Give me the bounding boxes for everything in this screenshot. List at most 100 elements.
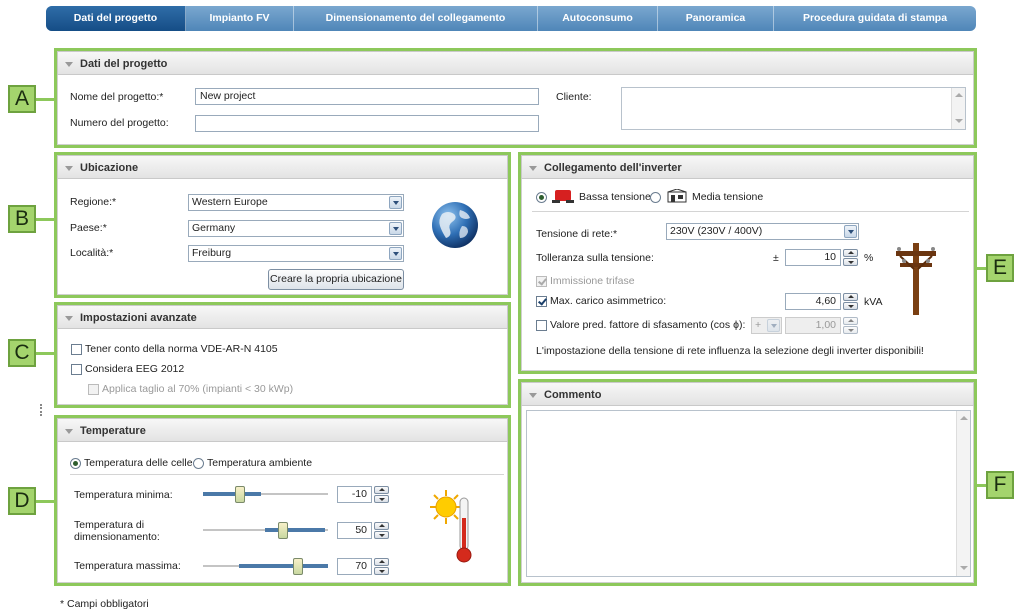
temperature-panel: Temperature Temperatura delle celle Temp… (54, 415, 511, 586)
max-temp-stepper[interactable] (374, 558, 389, 575)
country-select[interactable]: Germany (188, 220, 404, 237)
slider-thumb[interactable] (293, 558, 303, 575)
cell-temp-label: Temperatura delle celle (84, 457, 193, 469)
create-location-button[interactable]: Creare la propria ubicazione (268, 269, 404, 290)
collapse-icon (529, 393, 537, 398)
panel-header[interactable]: Collegamento dell'inverter (521, 155, 974, 179)
ambient-temp-radio[interactable] (193, 458, 204, 469)
place-select[interactable]: Freiburg (188, 245, 404, 262)
step-up-icon[interactable] (374, 522, 389, 530)
slider-thumb[interactable] (235, 486, 245, 503)
panel-title: Temperature (80, 425, 146, 437)
callout-f: F (986, 471, 1014, 499)
three-phase-checkbox[interactable] (536, 276, 547, 287)
project-number-input[interactable] (195, 115, 539, 132)
globe-icon (430, 200, 480, 250)
grid-voltage-select[interactable]: 230V (230V / 400V) (666, 223, 859, 240)
max-temp-input[interactable]: 70 (337, 558, 372, 575)
step-self-consumption[interactable]: Autoconsumo (538, 6, 658, 31)
step-overview[interactable]: Panoramica (658, 6, 774, 31)
panel-title: Dati del progetto (80, 58, 168, 70)
scroll-up-icon[interactable] (959, 414, 968, 423)
eeg-checkbox[interactable] (71, 364, 82, 375)
chevron-down-icon[interactable] (389, 222, 402, 235)
panel-header[interactable]: Ubicazione (57, 155, 508, 179)
max-asym-checkbox[interactable] (536, 296, 547, 307)
max-temp-slider[interactable] (203, 558, 328, 575)
cell-temp-radio[interactable] (70, 458, 81, 469)
step-up-icon[interactable] (843, 317, 858, 325)
step-down-icon[interactable] (374, 531, 389, 539)
step-down-icon[interactable] (843, 258, 858, 266)
step-up-icon[interactable] (374, 558, 389, 566)
panel-header[interactable]: Temperature (57, 418, 508, 442)
min-temp-stepper[interactable] (374, 486, 389, 503)
step-up-icon[interactable] (843, 293, 858, 301)
min-temp-input[interactable]: -10 (337, 486, 372, 503)
step-print-wizard[interactable]: Procedura guidata di stampa (774, 6, 976, 31)
dim-temp-input[interactable]: 50 (337, 522, 372, 539)
tolerance-prefix: ± (773, 252, 779, 264)
project-name-input[interactable]: New project (195, 88, 539, 105)
step-pv-system[interactable]: Impianto FV (186, 6, 294, 31)
step-connection-sizing[interactable]: Dimensionamento del collegamento (294, 6, 538, 31)
client-textarea[interactable] (621, 87, 966, 130)
tolerance-input[interactable]: 10 (785, 249, 841, 266)
collapse-icon (65, 166, 73, 171)
step-label: Autoconsumo (562, 12, 633, 24)
splitter-grip[interactable] (40, 404, 43, 416)
slider-fill (203, 492, 261, 496)
panel-header[interactable]: Dati del progetto (57, 51, 974, 75)
inverter-connection-panel: Collegamento dell'inverter Bassa tension… (518, 152, 977, 374)
step-label: Dati del progetto (73, 12, 158, 24)
max-asym-stepper[interactable] (843, 293, 858, 310)
scroll-down-icon[interactable] (959, 564, 968, 573)
cosphi-input[interactable]: 1,00 (785, 317, 841, 334)
comment-textarea[interactable] (526, 410, 971, 577)
panel-title: Ubicazione (80, 162, 139, 174)
country-label: Paese:* (70, 222, 107, 234)
dim-temp-slider[interactable] (203, 522, 328, 539)
callout-b: B (8, 205, 36, 233)
tolerance-stepper[interactable] (843, 249, 858, 266)
callout-c: C (8, 339, 36, 367)
medium-voltage-label: Media tensione (692, 191, 764, 203)
divider (70, 474, 504, 475)
max-temp-label: Temperatura massima: (74, 560, 181, 572)
step-down-icon[interactable] (374, 495, 389, 503)
chevron-down-icon[interactable] (389, 247, 402, 260)
project-data-panel: Dati del progetto Nome del progetto:* Ne… (54, 48, 977, 148)
chevron-down-icon[interactable] (767, 319, 780, 332)
step-project-data[interactable]: Dati del progetto (46, 6, 186, 31)
tolerance-unit: % (864, 252, 874, 264)
cap70-checkbox[interactable] (88, 384, 99, 395)
dim-temp-stepper[interactable] (374, 522, 389, 539)
low-voltage-radio[interactable] (536, 192, 547, 203)
cosphi-stepper[interactable] (843, 317, 858, 334)
slider-thumb[interactable] (278, 522, 288, 539)
max-asym-unit: kVA (864, 296, 883, 308)
min-temp-slider[interactable] (203, 486, 328, 503)
cosphi-checkbox[interactable] (536, 320, 547, 331)
cosphi-sign-select[interactable]: + (751, 317, 782, 334)
medium-voltage-radio[interactable] (650, 192, 661, 203)
panel-header[interactable]: Commento (521, 382, 974, 406)
client-scrollbar[interactable] (951, 88, 965, 129)
chevron-down-icon[interactable] (844, 225, 857, 238)
panel-header[interactable]: Impostazioni avanzate (57, 305, 508, 329)
slider-fill (265, 528, 325, 532)
step-down-icon[interactable] (843, 326, 858, 334)
step-down-icon[interactable] (374, 567, 389, 575)
scroll-up-icon[interactable] (954, 91, 963, 100)
vde-label: Tener conto della norma VDE-AR-N 4105 (85, 343, 278, 355)
scroll-down-icon[interactable] (954, 117, 963, 126)
max-asym-input[interactable]: 4,60 (785, 293, 841, 310)
step-up-icon[interactable] (374, 486, 389, 494)
vde-checkbox[interactable] (71, 344, 82, 355)
chevron-down-icon[interactable] (389, 196, 402, 209)
comment-scrollbar[interactable] (956, 411, 970, 576)
step-down-icon[interactable] (843, 302, 858, 310)
step-up-icon[interactable] (843, 249, 858, 257)
region-select[interactable]: Western Europe (188, 194, 404, 211)
callout-line-d (36, 500, 55, 503)
